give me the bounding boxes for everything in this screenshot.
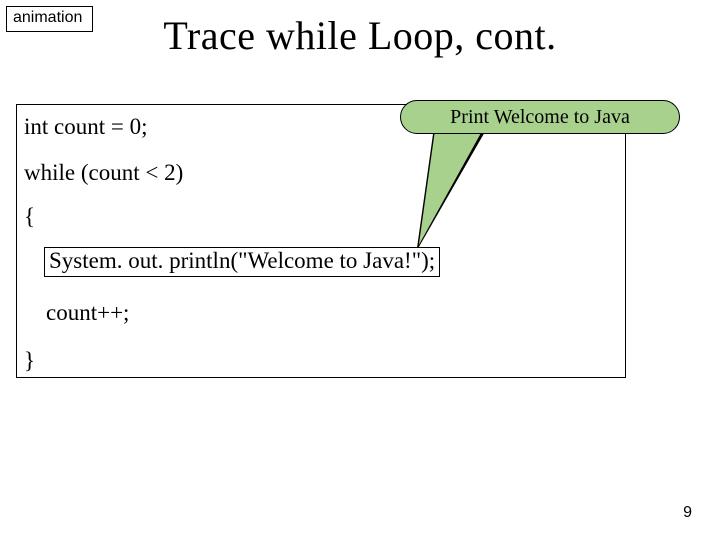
- page-title: Trace while Loop, cont.: [0, 12, 720, 59]
- code-container: [16, 104, 626, 378]
- callout-text: Print Welcome to Java: [450, 106, 630, 128]
- page-number: 9: [683, 504, 692, 522]
- highlighted-code-box: System. out. println("Welcome to Java!")…: [44, 247, 440, 277]
- callout-bubble: Print Welcome to Java: [400, 100, 680, 134]
- code-line-4: System. out. println("Welcome to Java!")…: [49, 248, 435, 273]
